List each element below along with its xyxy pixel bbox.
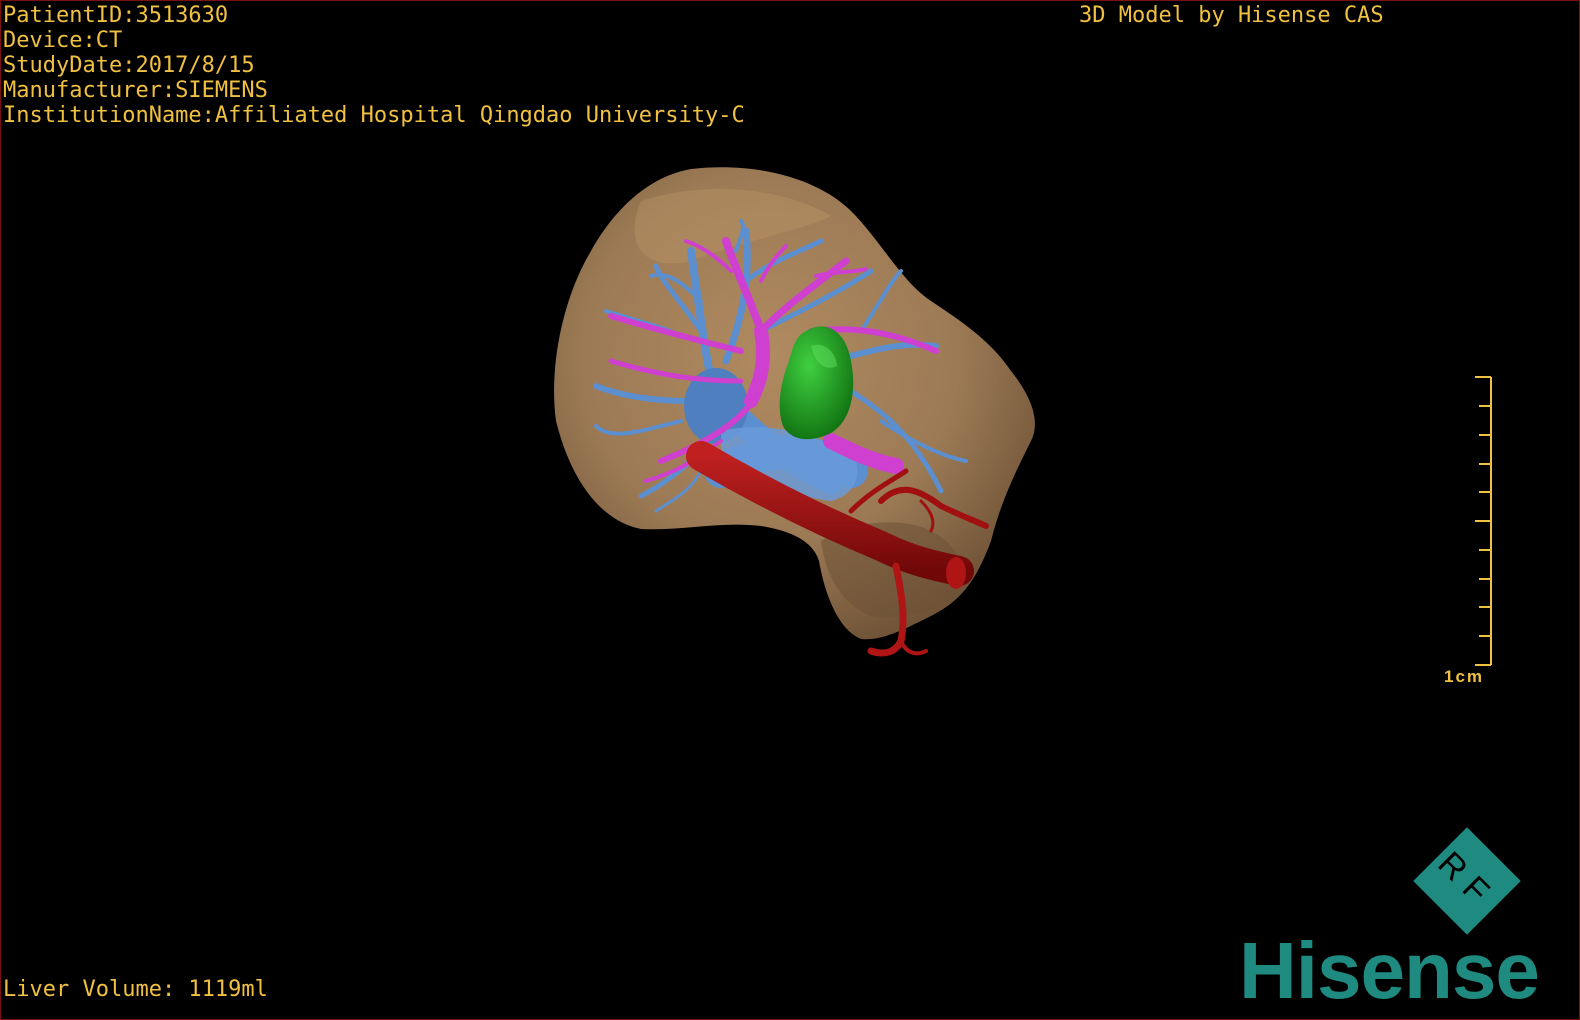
institution-label: InstitutionName:Affiliated Hospital Qing… — [3, 103, 745, 128]
dicom-info-overlay: PatientID:3513630 Device:CT StudyDate:20… — [3, 3, 745, 128]
scale-bar-label: 1cm — [1444, 667, 1485, 686]
3d-viewport[interactable]: PatientID:3513630 Device:CT StudyDate:20… — [0, 0, 1580, 1020]
manufacturer-label: Manufacturer:SIEMENS — [3, 78, 268, 103]
liver-3d-model[interactable] — [1, 1, 1579, 1019]
model-credit-label: 3D Model by Hisense CAS — [1079, 3, 1384, 28]
study-date-label: StudyDate:2017/8/15 — [3, 53, 255, 78]
scale-bar — [1475, 376, 1492, 666]
liver-volume-label: Liver Volume: 1119ml — [3, 977, 268, 1002]
hisense-logo: Hisense — [1239, 926, 1540, 1015]
patient-id-label: PatientID:3513630 — [3, 3, 229, 28]
device-label: Device:CT — [3, 28, 123, 53]
